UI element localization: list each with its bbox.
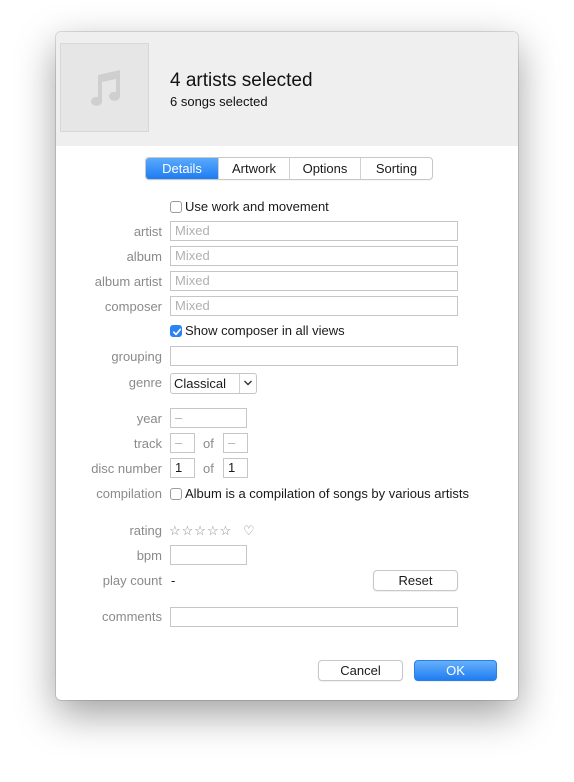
rating-label: rating	[129, 523, 162, 538]
disc-total-field[interactable]: 1	[223, 458, 248, 478]
comments-field[interactable]	[170, 607, 458, 627]
heart-icon[interactable]: ♡	[243, 523, 255, 539]
bpm-label: bpm	[136, 548, 162, 563]
tab-options[interactable]: Options	[289, 158, 360, 179]
cancel-button[interactable]: Cancel	[318, 660, 403, 681]
selection-title: 4 artists selected	[170, 70, 313, 91]
compilation-checkbox[interactable]	[170, 488, 182, 500]
music-note-icon	[91, 70, 121, 106]
chevron-down-icon	[244, 380, 252, 386]
album-artist-field[interactable]: Mixed	[170, 271, 458, 291]
grouping-field[interactable]	[170, 346, 458, 366]
use-work-movement-checkbox[interactable]	[170, 201, 182, 213]
genre-select[interactable]: Classical	[170, 373, 257, 394]
compilation-text: Album is a compilation of songs by vario…	[185, 486, 469, 501]
track-number-field[interactable]: –	[170, 433, 195, 453]
artwork-placeholder[interactable]	[60, 43, 149, 132]
year-label: year	[136, 411, 162, 426]
select-divider	[239, 374, 240, 393]
play-count-label: play count	[102, 573, 162, 588]
checkmark-icon	[172, 328, 182, 336]
tab-details[interactable]: Details	[146, 158, 218, 179]
composer-field[interactable]: Mixed	[170, 296, 458, 316]
composer-label: composer	[104, 299, 162, 314]
show-composer-label: Show composer in all views	[185, 323, 345, 338]
track-total-field[interactable]: –	[223, 433, 248, 453]
tab-artwork[interactable]: Artwork	[218, 158, 289, 179]
disc-number-label: disc number	[91, 461, 162, 476]
album-artist-label: album artist	[94, 274, 162, 289]
selection-subtitle: 6 songs selected	[170, 94, 268, 109]
disc-number-field[interactable]: 1	[170, 458, 195, 478]
album-label: album	[126, 249, 162, 264]
play-count-value: -	[171, 573, 176, 588]
tab-bar: Details Artwork Options Sorting	[145, 157, 433, 180]
album-field[interactable]: Mixed	[170, 246, 458, 266]
track-label: track	[133, 436, 162, 451]
dialog-header: 4 artists selected 6 songs selected	[56, 32, 518, 146]
grouping-label: grouping	[111, 349, 162, 364]
genre-value: Classical	[174, 376, 227, 391]
bpm-field[interactable]	[170, 545, 247, 565]
use-work-movement-label: Use work and movement	[185, 199, 329, 214]
comments-label: comments	[102, 609, 162, 624]
year-field[interactable]: –	[170, 408, 247, 428]
artist-label: artist	[133, 224, 162, 239]
ok-button[interactable]: OK	[414, 660, 497, 681]
reset-button[interactable]: Reset	[373, 570, 458, 591]
show-composer-checkbox[interactable]	[170, 325, 182, 337]
rating-stars[interactable]: ☆☆☆☆☆	[169, 523, 232, 539]
tab-sorting[interactable]: Sorting	[360, 158, 432, 179]
genre-label: genre	[128, 375, 162, 390]
artist-field[interactable]: Mixed	[170, 221, 458, 241]
track-of-label: of	[203, 436, 214, 451]
compilation-label: compilation	[96, 486, 162, 501]
disc-of-label: of	[203, 461, 214, 476]
get-info-dialog: 4 artists selected 6 songs selected Deta…	[56, 32, 518, 700]
